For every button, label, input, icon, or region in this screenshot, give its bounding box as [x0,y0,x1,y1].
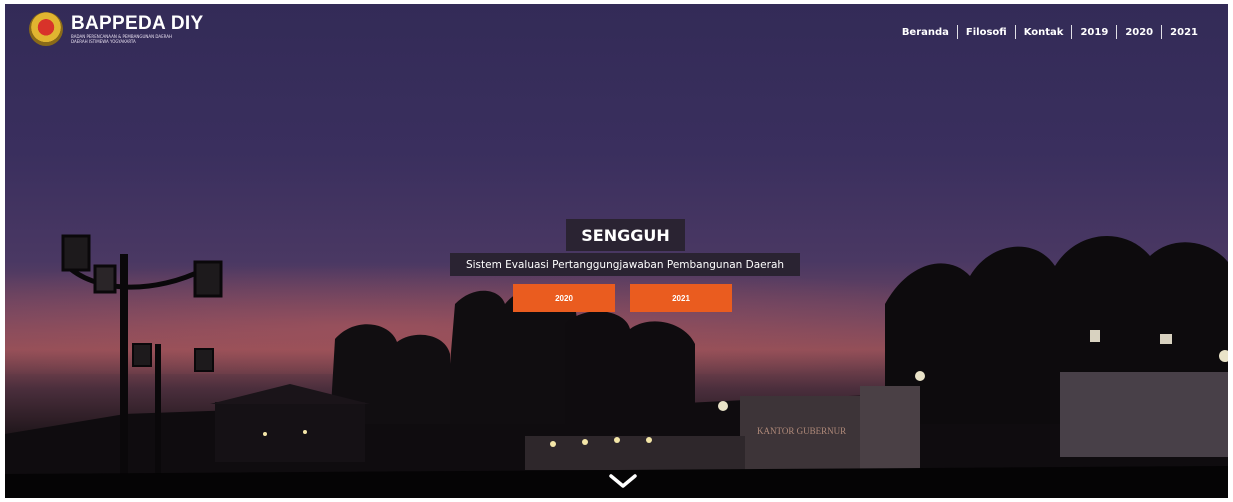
nav-beranda[interactable]: Beranda [894,27,957,38]
brand-subtitle-2: DAERAH ISTIMEWA YOGYAKARTA [71,39,136,44]
gate-sign-text: KANTOR GUBERNUR [757,426,846,436]
hero-subtitle: Sistem Evaluasi Pertanggungjawaban Pemba… [450,253,800,276]
background-photo: KANTOR GUBERNUR [5,234,1228,498]
year-2021-button[interactable]: 2021 [630,284,732,312]
nav-2019[interactable]: 2019 [1072,27,1116,38]
nav-2020[interactable]: 2020 [1117,27,1161,38]
nav-kontak[interactable]: Kontak [1016,27,1072,38]
brand[interactable]: BAPPEDA DIY BADAN PERENCANAAN & PEMBANGU… [29,12,203,46]
hero-title: SENGGUH [566,219,685,251]
nav-filosofi[interactable]: Filosofi [958,27,1015,38]
bappeda-emblem-icon [29,12,63,46]
hero-section: KANTOR GUBERNUR BAPPEDA DIY BADAN PERENC… [5,4,1228,498]
brand-name: BAPPEDA DIY [71,13,204,34]
year-2020-button[interactable]: 2020 [513,284,615,312]
nav-2021[interactable]: 2021 [1162,27,1206,38]
top-nav: Beranda Filosofi Kontak 2019 2020 2021 [894,25,1206,39]
chevron-down-icon[interactable] [608,472,638,490]
